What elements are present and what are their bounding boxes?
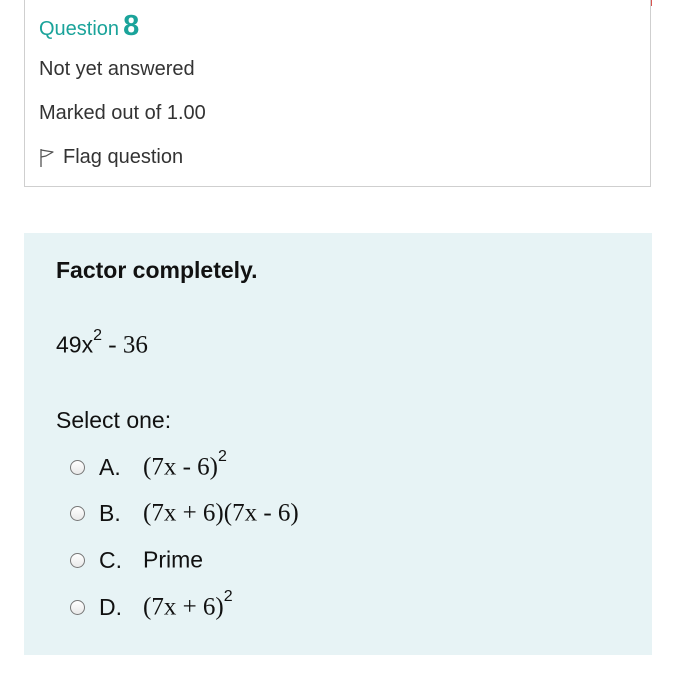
option-exponent: 2 — [217, 448, 227, 466]
flag-icon — [40, 148, 54, 167]
question-label: Question — [39, 18, 120, 40]
flag-question-label: Flag question — [63, 146, 184, 168]
question-prompt: Factor completely. — [56, 257, 258, 283]
expression-rest: - 36 — [102, 331, 148, 359]
option-letter: C. — [99, 546, 122, 573]
option-letter: D. — [99, 593, 122, 620]
option-expression: Prime — [143, 546, 204, 573]
radio-button-b[interactable] — [70, 505, 85, 521]
radio-button-a[interactable] — [70, 459, 85, 475]
question-number: 8 — [123, 10, 140, 42]
option-expression: (7x + 6)(7x - 6) — [143, 499, 299, 527]
option-text: (7x - 6)2 — [143, 448, 227, 481]
question-info-box: Question 8 Not yet answered Marked out of… — [24, 0, 651, 187]
option-expression: (7x - 6) — [143, 453, 218, 481]
math-expression: 49x2 - 36 — [56, 327, 148, 360]
flag-question-link[interactable]: Flag question — [39, 146, 183, 169]
option-b[interactable]: B. (7x + 6)(7x - 6) — [70, 497, 299, 529]
expression-exponent: 2 — [93, 327, 102, 344]
question-heading: Question 8 — [39, 10, 139, 43]
option-text: (7x + 6)2 — [143, 588, 233, 621]
option-c[interactable]: C. Prime — [70, 544, 203, 576]
option-letter: A. — [99, 453, 121, 480]
radio-button-d[interactable] — [70, 599, 85, 615]
option-text: (7x + 6)(7x - 6) — [143, 498, 299, 527]
question-content: Factor completely. 49x2 - 36 Select one:… — [24, 233, 652, 655]
answer-status: Not yet answered — [39, 58, 195, 80]
option-a[interactable]: A. (7x - 6)2 — [70, 448, 227, 483]
option-expression: (7x + 6) — [143, 593, 224, 621]
option-d[interactable]: D. (7x + 6)2 — [70, 588, 233, 623]
marks-info: Marked out of 1.00 — [39, 102, 206, 124]
select-one-label: Select one: — [56, 407, 172, 433]
expression-term: 49x — [56, 331, 94, 358]
option-exponent: 2 — [223, 588, 233, 606]
option-text: Prime — [143, 545, 203, 574]
option-letter: B. — [99, 499, 121, 526]
radio-button-c[interactable] — [70, 552, 85, 568]
